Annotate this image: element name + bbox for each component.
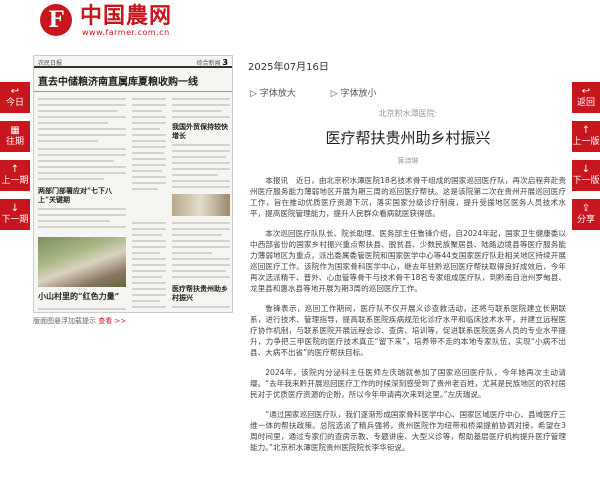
font-increase-label: 字体放大 — [259, 89, 296, 99]
paper-article-link[interactable]: 我国外贸保持较快增长 — [172, 122, 230, 140]
issue-date: 2025年07月16日 — [248, 62, 329, 73]
logo-icon[interactable]: F — [40, 4, 72, 36]
paper-columns: 两部门部署应对“七下八上”关键期 小山村里的“红色力量” 我国外贸保持较快增长 … — [34, 92, 232, 312]
paper-section: 综合新闻 — [196, 60, 221, 67]
paper-article-link-current[interactable]: 医疗帮扶贵州助乡村振兴 — [172, 284, 230, 302]
newspaper-page-thumbnail[interactable]: 农民日报 综合新闻 3 直去中储粮济南直属库夏粮收购一线 两部门部署应对“七下八… — [33, 55, 233, 313]
nav-label: 往期 — [5, 137, 24, 147]
article-title: 医疗帮扶贵州助乡村振兴 — [325, 129, 491, 147]
font-size-controls: ▷ 字体放大 ▷ 字体放小 — [250, 86, 409, 99]
nav-past-button[interactable]: ▦ 往期 — [0, 121, 30, 152]
paper-article-link[interactable]: 小山村里的“红色力量” — [38, 292, 126, 301]
nav-prev-issue-button[interactable]: ↑ 上一期 — [0, 160, 30, 191]
font-decrease-label: 字体放小 — [340, 89, 377, 99]
paper-photo — [38, 237, 126, 287]
article-paragraph: “通过国家巡回医疗队，我们逐渐形成国家骨科医学中心、国家区域医疗中心、县域医疗三… — [250, 410, 566, 452]
nav-label: 分享 — [576, 215, 595, 225]
font-increase-button[interactable]: ▷ 字体放大 — [250, 89, 312, 99]
down-arrow-icon: ↓ — [581, 164, 591, 175]
up-arrow-icon: ↑ — [581, 125, 591, 136]
paper-headline[interactable]: 直去中储粮济南直属库夏粮收购一线 — [34, 68, 232, 92]
nav-share-button[interactable]: ⇪ 分享 — [572, 199, 600, 230]
paper-caption: 版面图悬浮加载提示 查看 >> — [33, 316, 126, 326]
right-nav: ↩ 返回 ↑ 上一版 ↓ 下一版 ⇪ 分享 — [572, 82, 600, 238]
left-nav: ↩ 今日 ▦ 往期 ↑ 上一期 ↓ 下一期 — [0, 82, 30, 238]
nav-label: 上一期 — [1, 176, 29, 186]
article-paragraph: 2024年，该院内分泌科主任医师左庆瑞就参加了国家巡回医疗队，今年她再次主动请缨… — [250, 368, 566, 399]
nav-next-issue-button[interactable]: ↓ 下一期 — [0, 199, 30, 230]
paper-caption-text: 版面图悬浮加载提示 — [33, 317, 96, 325]
nav-today-button[interactable]: ↩ 今日 — [0, 82, 30, 113]
share-icon: ⇪ — [581, 203, 591, 214]
site-url: www.farmer.com.cn — [82, 28, 170, 37]
article: 北京积水潭医院: 医疗帮扶贵州助乡村振兴 蒋诗琳 本报讯 近日，由北京积水潭医院… — [250, 108, 566, 453]
article-paragraph: 鲁锋表示，巡回工作期间，医疗队不仅开展义诊查救活动，还将与联系医院建立长期联系，… — [250, 304, 566, 357]
down-arrow-icon: ↓ — [10, 203, 20, 214]
paper-page-number: 3 — [222, 58, 228, 67]
paper-masthead-title: 农民日报 — [38, 60, 63, 67]
font-decrease-button[interactable]: ▷ 字体放小 — [331, 89, 393, 99]
nav-label: 今日 — [5, 98, 24, 108]
up-arrow-icon: ↑ — [10, 164, 20, 175]
return-icon: ↩ — [581, 86, 591, 97]
nav-label: 下一期 — [1, 215, 29, 225]
nav-next-page-button[interactable]: ↓ 下一版 — [572, 160, 600, 191]
view-link[interactable]: 查看 >> — [98, 317, 126, 325]
nav-label: 下一版 — [572, 176, 600, 186]
site-header: F 中国農网 www.farmer.com.cn — [0, 0, 600, 40]
article-kicker: 北京积水潭医院: — [378, 109, 438, 118]
paper-photo — [172, 194, 230, 216]
paper-article-link[interactable]: 两部门部署应对“七下八上”关键期 — [38, 186, 126, 204]
nav-label: 上一版 — [572, 137, 600, 147]
paper-masthead: 农民日报 综合新闻 3 — [34, 56, 232, 68]
site-logo-text[interactable]: 中国農网 — [80, 4, 172, 28]
nav-return-button[interactable]: ↩ 返回 — [572, 82, 600, 113]
nav-prev-page-button[interactable]: ↑ 上一版 — [572, 121, 600, 152]
nav-label: 返回 — [576, 98, 595, 108]
article-paragraph: 本报讯 近日，由北京积水潭医院18名技术骨干组成的国家巡回医疗队，再次启程奔赴贵… — [250, 176, 566, 218]
article-paragraph: 本次巡回医疗队队长、院长助理、医务部主任鲁锋介绍，自2024年起，国家卫生健康委… — [250, 229, 566, 293]
calendar-icon: ▦ — [10, 125, 20, 136]
back-icon: ↩ — [10, 86, 20, 97]
article-byline: 蒋诗琳 — [397, 157, 419, 165]
